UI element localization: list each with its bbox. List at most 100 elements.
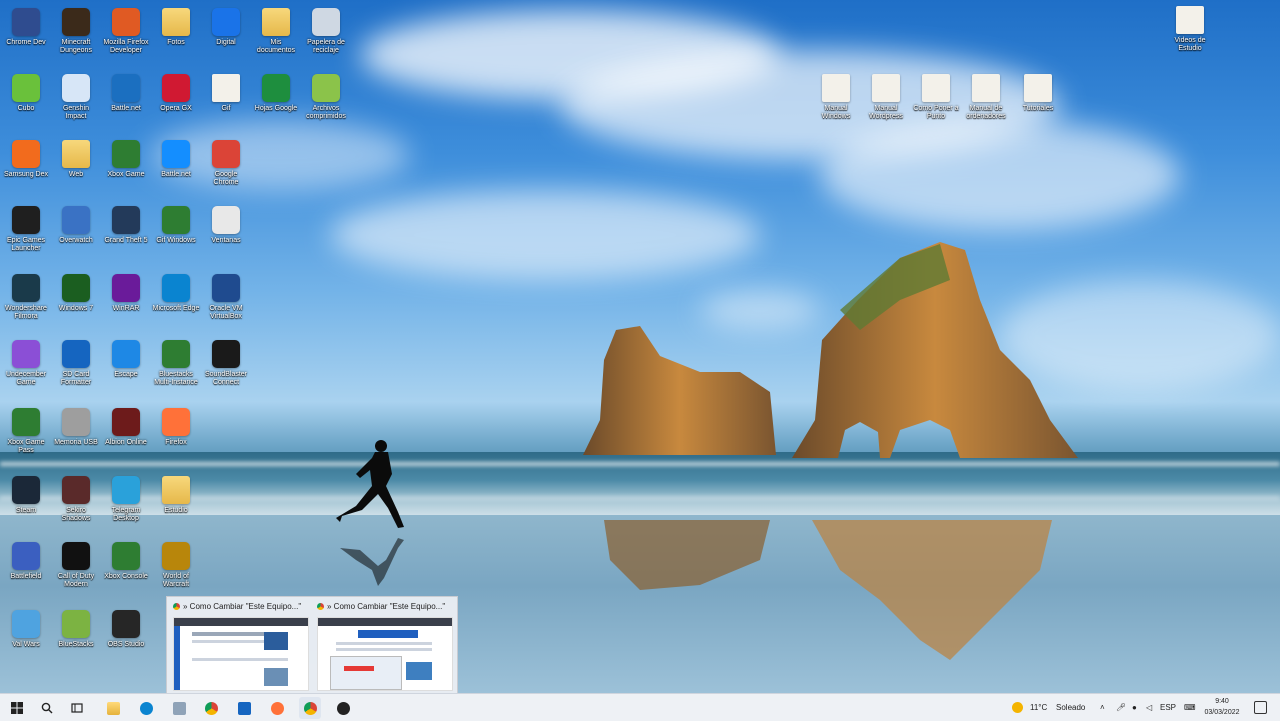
desktop-icon[interactable]: Gif — [202, 74, 250, 113]
desktop-icon[interactable]: Battlefield — [2, 542, 50, 581]
desktop-icon[interactable]: Xbox Game Pass — [2, 408, 50, 455]
desktop-icon[interactable]: Tutoriales — [1014, 74, 1062, 113]
desktop-icon[interactable]: SoundBlaster Connect — [202, 340, 250, 387]
desktop-icon[interactable]: Telegram Desktop — [102, 476, 150, 523]
file-icon — [872, 74, 900, 102]
taskbar-file-explorer[interactable] — [102, 697, 124, 719]
desktop-icon-label: Sekiro Shadows — [61, 507, 91, 522]
desktop-icon[interactable]: Hojas Google — [252, 74, 300, 113]
desktop-icon[interactable]: Steam — [2, 476, 50, 515]
microphone-icon[interactable]: 🎤︎ — [1116, 703, 1126, 712]
desktop-icon[interactable]: Xbox Console — [102, 542, 150, 581]
app-icon — [12, 8, 40, 36]
app-icon — [162, 74, 190, 102]
desktop-icon[interactable]: Memoria USB — [52, 408, 100, 447]
clock[interactable]: 9:40 03/03/2022 — [1200, 696, 1244, 718]
desktop-icon[interactable]: Opera GX — [152, 74, 200, 113]
app-icon — [112, 408, 140, 436]
desktop-icon[interactable]: Epic Games Launcher — [2, 206, 50, 253]
taskbar-chrome[interactable] — [200, 697, 222, 719]
desktop-icon[interactable]: World of Warcraft — [152, 542, 200, 589]
taskbar-chrome-active[interactable] — [299, 697, 321, 719]
desktop-icon[interactable]: Call of Duty Modern — [52, 542, 100, 589]
desktop-icon-label: Chrome Dev — [6, 39, 46, 46]
obs-tray-icon[interactable]: ● — [1132, 703, 1137, 712]
desktop-icon[interactable]: Xbox Game — [102, 140, 150, 179]
desktop-icon[interactable]: Manual Wordpress — [862, 74, 910, 121]
taskbar-mail[interactable] — [233, 697, 255, 719]
desktop-icon[interactable]: Ventanas — [202, 206, 250, 245]
desktop-icon[interactable]: Google Chrome — [202, 140, 250, 187]
desktop-icon[interactable]: Samsung Dex — [2, 140, 50, 179]
taskbar-obs[interactable] — [332, 697, 354, 719]
taskbar-thumbnail-previews: » Como Cambiar "Este Equipo..." » Como C… — [166, 596, 458, 693]
desktop-icon-label: Mozilla Firefox Developer — [103, 39, 149, 54]
desktop-icon-label: Genshin Impact — [62, 105, 90, 120]
desktop-icon[interactable]: BlueStacks — [52, 610, 100, 649]
start-button[interactable] — [6, 697, 28, 719]
desktop-icon[interactable]: Overwatch — [52, 206, 100, 245]
chrome-icon — [204, 701, 218, 715]
tray-lang[interactable]: ESP — [1160, 703, 1176, 712]
app-icon — [112, 8, 140, 36]
thumbnail-window-1[interactable]: » Como Cambiar "Este Equipo..." — [169, 599, 311, 691]
desktop-icon[interactable]: Papelera de reciclaje — [302, 8, 350, 55]
chrome-icon — [303, 701, 317, 715]
desktop-icon[interactable]: WinRAR — [102, 274, 150, 313]
desktop-icon[interactable]: Genshin Impact — [52, 74, 100, 121]
desktop-icon[interactable]: Wondershare Filmora — [2, 274, 50, 321]
file-icon — [972, 74, 1000, 102]
desktop-icon[interactable]: Videos de Estudio — [1166, 6, 1214, 53]
desktop-icon[interactable]: Battle.net — [102, 74, 150, 113]
desktop-icon[interactable]: OBS Studio — [102, 610, 150, 649]
desktop-icon[interactable]: Estudio — [152, 476, 200, 515]
desktop-icon[interactable]: Manual Windows — [812, 74, 860, 121]
desktop-icon[interactable]: Minecraft Dungeons — [52, 8, 100, 55]
app-icon — [62, 340, 90, 368]
desktop-icon[interactable]: Cubo — [2, 74, 50, 113]
desktop-icon[interactable]: Grand Theft 5 — [102, 206, 150, 245]
desktop-icon[interactable]: Albion Online — [102, 408, 150, 447]
weather-temp[interactable]: 11°C — [1030, 703, 1047, 712]
taskbar-app[interactable] — [168, 697, 190, 719]
app-icon — [212, 206, 240, 234]
task-view-button[interactable] — [66, 697, 88, 719]
rock-left-reflection — [604, 520, 770, 590]
desktop-icon[interactable]: Battle.net — [152, 140, 200, 179]
desktop-icon-label: Minecraft Dungeons — [60, 39, 92, 54]
desktop-icon[interactable]: Fotos — [152, 8, 200, 47]
desktop-icon[interactable]: Chrome Dev — [2, 8, 50, 47]
app-icon — [62, 408, 90, 436]
desktop-icon[interactable]: Archivos comprimidos — [302, 74, 350, 121]
desktop-icon[interactable]: Oracle VM VirtualBox — [202, 274, 250, 321]
desktop-icon[interactable]: Bluestacks Multi-Instance — [152, 340, 200, 387]
taskbar-firefox[interactable] — [266, 697, 288, 719]
desktop-icon[interactable]: Manual de ordenadores — [962, 74, 1010, 121]
volume-icon[interactable]: ◁ — [1146, 703, 1152, 712]
thumbnail-window-2[interactable]: » Como Cambiar "Este Equipo..." — [313, 599, 455, 691]
keyboard-icon[interactable]: ⌨ — [1184, 703, 1196, 712]
notification-icon[interactable] — [1254, 701, 1267, 714]
desktop-icon[interactable]: Windows 7 — [52, 274, 100, 313]
desktop-icon[interactable]: Undecember Game — [2, 340, 50, 387]
chevron-up-icon[interactable]: ˄ — [1100, 703, 1105, 712]
desktop-icon[interactable]: Mozilla Firefox Developer — [102, 8, 150, 55]
desktop-icon[interactable]: SD Card Formatter — [52, 340, 100, 387]
desktop-icon[interactable]: Firefox — [152, 408, 200, 447]
taskbar-edge[interactable] — [135, 697, 157, 719]
desktop-icon[interactable]: Web — [52, 140, 100, 179]
desktop-icon[interactable]: Como Poner a Punto — [912, 74, 960, 121]
desktop-icon[interactable]: Sekiro Shadows — [52, 476, 100, 523]
desktop-icon[interactable]: Escape — [102, 340, 150, 379]
weather-desc[interactable]: Soleado — [1056, 703, 1085, 712]
desktop[interactable]: Chrome Dev Minecraft Dungeons Mozilla Fire… — [0, 0, 1280, 693]
desktop-icon[interactable]: Microsoft Edge — [152, 274, 200, 313]
desktop-icon-label: Bluestacks Multi-Instance — [154, 371, 198, 386]
desktop-icon-label: Archivos comprimidos — [306, 105, 346, 120]
desktop-icon[interactable]: Gif Windows — [152, 206, 200, 245]
desktop-icon[interactable]: Val Wars — [2, 610, 50, 649]
desktop-icon[interactable]: Digital — [202, 8, 250, 47]
sun-icon[interactable] — [1012, 702, 1023, 713]
desktop-icon[interactable]: Mis documentos — [252, 8, 300, 55]
search-button[interactable] — [36, 697, 58, 719]
